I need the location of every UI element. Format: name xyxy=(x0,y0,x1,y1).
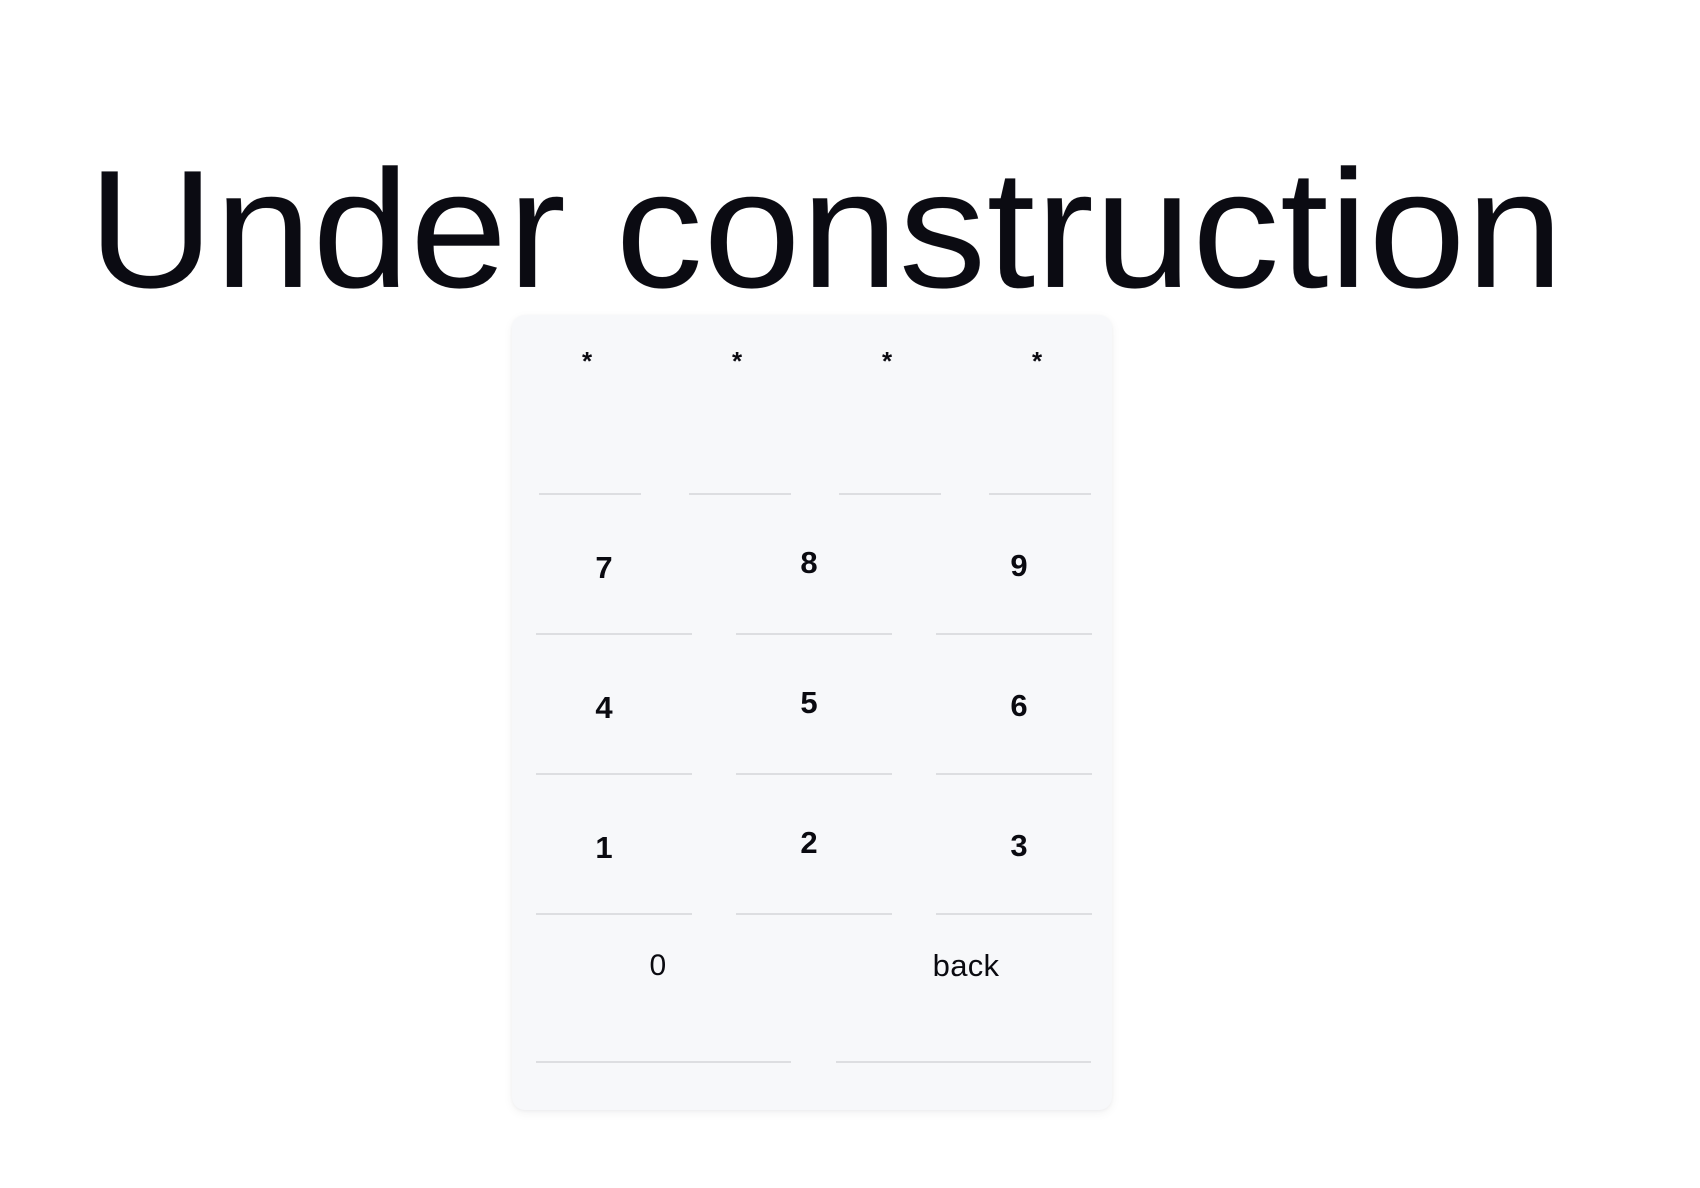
keypad-key-6[interactable]: 6 xyxy=(912,635,1112,775)
keypad-key-label: 6 xyxy=(1010,687,1028,723)
keypad-key-label: 8 xyxy=(800,544,818,580)
keypad-key-7[interactable]: 7 xyxy=(512,495,712,635)
pin-cell-2: * xyxy=(662,315,812,495)
keypad-digit-grid: 7 8 9 4 5 6 1 2 3 xyxy=(512,495,1112,915)
keypad-key-label: 0 xyxy=(649,948,667,982)
pin-mask-char: * xyxy=(881,346,893,376)
keypad-back-label: back xyxy=(932,948,1000,983)
keypad-bottom-row: 0 back xyxy=(512,915,1112,1110)
keypad-key-8[interactable]: 8 xyxy=(712,495,912,635)
pin-keypad-card: * * * * 7 8 9 4 5 6 1 2 3 0 back xyxy=(512,315,1112,1110)
keypad-key-label: 2 xyxy=(800,824,818,860)
keypad-key-back[interactable]: back xyxy=(812,915,1112,1110)
keypad-key-4[interactable]: 4 xyxy=(512,635,712,775)
page-title: Under construction xyxy=(88,134,1564,323)
keypad-key-9[interactable]: 9 xyxy=(912,495,1112,635)
keypad-key-label: 7 xyxy=(595,549,613,585)
pin-cell-3: * xyxy=(812,315,962,495)
pin-mask-char: * xyxy=(581,346,593,376)
pin-mask-char: * xyxy=(1031,346,1043,376)
pin-mask-char: * xyxy=(731,346,743,376)
keypad-key-label: 9 xyxy=(1010,547,1028,583)
keypad-key-5[interactable]: 5 xyxy=(712,635,912,775)
keypad-key-label: 4 xyxy=(595,689,613,725)
keypad-key-label: 5 xyxy=(800,684,818,720)
pin-display: * * * * xyxy=(512,315,1112,495)
keypad-key-2[interactable]: 2 xyxy=(712,775,912,915)
keypad-key-1[interactable]: 1 xyxy=(512,775,712,915)
keypad-key-label: 3 xyxy=(1010,827,1028,863)
pin-cell-4: * xyxy=(962,315,1112,495)
keypad-key-3[interactable]: 3 xyxy=(912,775,1112,915)
pin-cell-1: * xyxy=(512,315,662,495)
keypad-key-0[interactable]: 0 xyxy=(512,915,812,1110)
keypad-key-label: 1 xyxy=(595,829,613,865)
